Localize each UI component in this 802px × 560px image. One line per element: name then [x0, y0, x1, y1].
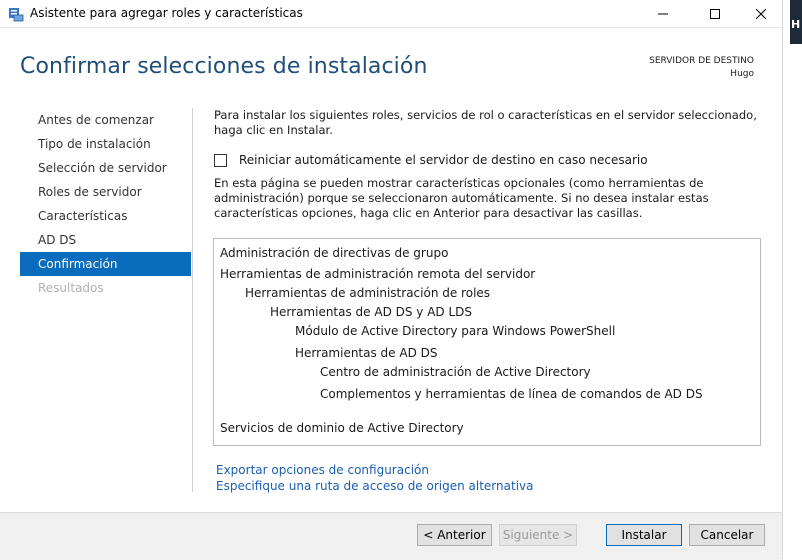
background-window-fragment: H: [782, 0, 802, 559]
minimize-icon: [658, 13, 668, 14]
restart-option[interactable]: Reiniciar automáticamente el servidor de…: [214, 153, 648, 167]
list-item: Herramientas de administración de roles: [245, 286, 491, 300]
wizard-footer: < Anterior Siguiente > Instalar Cancelar: [0, 512, 782, 560]
server-manager-icon: [9, 8, 24, 22]
title-bar: Asistente para agregar roles y caracterí…: [0, 0, 782, 28]
destination-server-name: Hugo: [730, 69, 754, 79]
background-window-text: H: [791, 18, 801, 31]
list-item: Herramientas de administración remota de…: [220, 267, 536, 281]
list-item: Administración de directivas de grupo: [220, 246, 449, 260]
alternate-source-link[interactable]: Especifique una ruta de acceso de origen…: [216, 478, 533, 494]
nav-item-resultados: Resultados: [38, 281, 104, 295]
background-window-titlebar: H: [790, 0, 802, 44]
nav-item-tipo-de-instalacion[interactable]: Tipo de instalación: [20, 132, 191, 156]
close-icon: [756, 8, 766, 19]
destination-server: SERVIDOR DE DESTINO Hugo: [649, 55, 754, 81]
nav-item-roles-de-servidor[interactable]: Roles de servidor: [20, 180, 191, 204]
window-border: [782, 0, 783, 559]
destination-server-label: SERVIDOR DE DESTINO: [649, 56, 754, 66]
maximize-button[interactable]: [692, 0, 738, 27]
intro-text: Para instalar los siguientes roles, serv…: [214, 108, 757, 137]
nav-item-ad-ds[interactable]: AD DS: [20, 228, 191, 252]
list-item: Complementos y herramientas de línea de …: [320, 387, 703, 401]
nav-divider: [192, 108, 193, 492]
maximize-icon: [710, 8, 720, 19]
optional-features-note: En esta página se pueden mostrar caracte…: [214, 176, 709, 220]
export-config-link[interactable]: Exportar opciones de configuración: [216, 462, 533, 478]
close-button[interactable]: [738, 0, 784, 27]
list-item: Servicios de dominio de Active Directory: [220, 421, 464, 435]
list-item: Herramientas de AD DS y AD LDS: [270, 305, 473, 319]
install-button[interactable]: Instalar: [606, 524, 682, 546]
previous-button[interactable]: < Anterior: [417, 524, 492, 546]
next-button: Siguiente >: [499, 524, 577, 546]
cancel-button[interactable]: Cancelar: [689, 524, 765, 546]
restart-checkbox-label[interactable]: Reiniciar automáticamente el servidor de…: [239, 153, 648, 167]
list-item: Centro de administración de Active Direc…: [320, 365, 591, 379]
nav-item-antes-de-comenzar[interactable]: Antes de comenzar: [20, 108, 191, 132]
minimize-button[interactable]: [640, 0, 686, 27]
page-title: Confirmar selecciones de instalación: [20, 54, 428, 79]
restart-checkbox[interactable]: [214, 153, 227, 167]
wizard-steps-nav: Antes de comenzar Tipo de instalación Se…: [20, 108, 191, 300]
nav-item-confirmacion[interactable]: Confirmación: [20, 252, 191, 276]
window-title: Asistente para agregar roles y caracterí…: [30, 6, 303, 20]
links-area: Exportar opciones de configuración Espec…: [216, 462, 533, 494]
nav-item-caracteristicas[interactable]: Características: [20, 204, 191, 228]
nav-item-seleccion-de-servidor[interactable]: Selección de servidor: [20, 156, 191, 180]
list-item: Herramientas de AD DS: [295, 346, 438, 360]
features-list[interactable]: Administración de directivas de grupo He…: [213, 238, 761, 446]
list-item: Módulo de Active Directory para Windows …: [295, 324, 616, 338]
